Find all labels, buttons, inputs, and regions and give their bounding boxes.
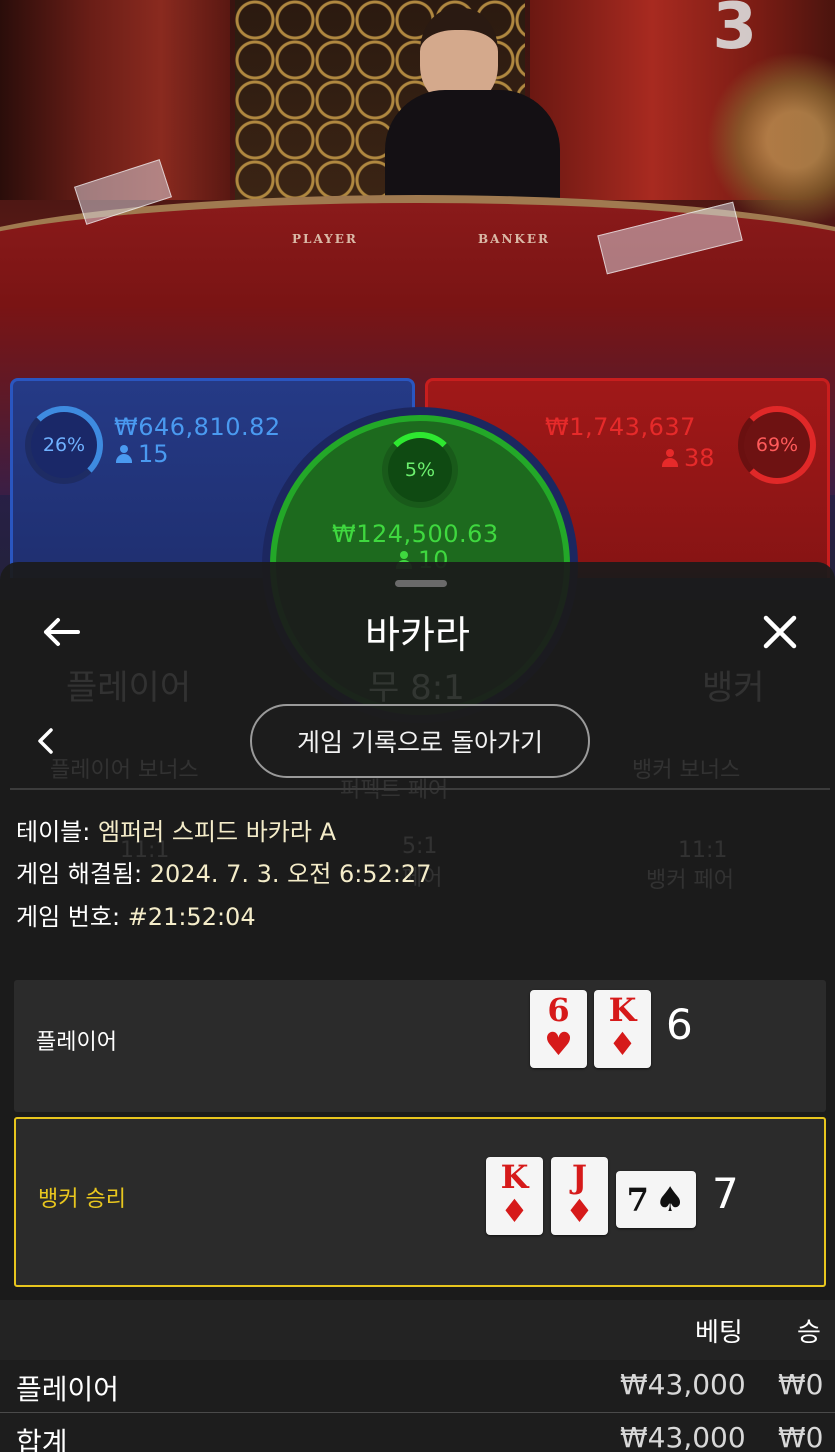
row-name: 합계 xyxy=(16,1426,68,1452)
spade-icon: ♠ xyxy=(654,1179,686,1220)
sheet-title: 바카라 xyxy=(365,613,470,657)
card-rank: 6 xyxy=(547,991,570,1029)
game-detail-sheet: 플레이어 무 8:1 뱅커 플레이어 보너스 퍼펙트 페어 뱅커 보너스 11:… xyxy=(0,562,835,1452)
playing-card: K ♦ xyxy=(594,990,651,1068)
resolved-label: 게임 해결됨: xyxy=(16,860,143,888)
card-rank: K xyxy=(608,991,637,1029)
close-icon[interactable] xyxy=(754,608,806,656)
player-score: 6 xyxy=(666,1000,693,1049)
bg-banker-pair: 뱅커 페어 xyxy=(646,868,734,893)
table-info-label: 테이블: xyxy=(16,818,91,846)
banker-result-row: 뱅커 승리 K ♦ J ♦ 7 ♠ 7 xyxy=(14,1117,826,1287)
bg-player-label: 플레이어 xyxy=(66,668,192,708)
banker-percent: 69% xyxy=(755,434,799,456)
tie-percent: 5% xyxy=(404,459,436,481)
chevron-left-icon[interactable] xyxy=(28,722,62,760)
bet-column-header: 베팅 xyxy=(695,1318,743,1348)
tie-percent-ring: 5% xyxy=(382,432,458,508)
card-rank: K xyxy=(500,1158,529,1196)
row-bet: ₩43,000 xyxy=(620,1368,746,1401)
player-count-value: 15 xyxy=(138,440,169,468)
studio-wall-right xyxy=(530,0,835,240)
game-number-info: 게임 번호: #21:52:04 xyxy=(16,897,256,932)
bet-table-header: 베팅 승 xyxy=(0,1300,835,1360)
row-win: ₩0 xyxy=(778,1421,824,1452)
bg-tie-label: 무 8:1 xyxy=(368,668,465,708)
table-info-value: 엠퍼러 스피드 바카라 A xyxy=(97,818,336,846)
banker-percent-ring: 69% xyxy=(738,406,816,484)
bg-player-bonus: 플레이어 보너스 xyxy=(50,758,199,783)
resolved-info: 게임 해결됨: 2024. 7. 3. 오전 6:52:27 xyxy=(16,854,431,889)
player-result-row: 플레이어 6 ♥ K ♦ 6 xyxy=(14,980,826,1112)
user-icon xyxy=(116,445,132,463)
playing-card: 6 ♥ xyxy=(530,990,587,1068)
game-number-label: 게임 번호: xyxy=(16,903,121,931)
diamond-icon: ♦ xyxy=(608,1025,637,1063)
player-count: 15 xyxy=(116,440,169,468)
banker-score: 7 xyxy=(712,1169,739,1218)
banker-count-value: 38 xyxy=(684,444,715,472)
tie-amount: ₩124,500.63 xyxy=(332,520,499,548)
row-win: ₩0 xyxy=(778,1368,824,1401)
user-icon xyxy=(662,449,678,467)
win-column-header: 승 xyxy=(797,1318,821,1348)
table-row: 합계 ₩43,000 ₩0 xyxy=(0,1413,835,1452)
resolved-value: 2024. 7. 3. 오전 6:52:27 xyxy=(149,860,432,888)
table-label-player: PLAYER xyxy=(292,232,358,246)
diamond-icon: ♦ xyxy=(500,1192,529,1230)
player-result-label: 플레이어 xyxy=(36,1030,117,1055)
bg-banker-label: 뱅커 xyxy=(702,668,765,708)
sheet-drag-handle[interactable] xyxy=(395,580,447,587)
game-number-value: #21:52:04 xyxy=(127,903,256,931)
divider xyxy=(10,788,830,790)
player-percent-ring: 26% xyxy=(25,406,103,484)
player-amount: ₩646,810.82 xyxy=(114,413,281,441)
bg-banker-pair-odds: 11:1 xyxy=(678,838,728,863)
playing-card: J ♦ xyxy=(551,1157,608,1235)
row-bet: ₩43,000 xyxy=(620,1421,746,1452)
player-percent: 26% xyxy=(42,434,86,456)
playing-card-sideways: 7 ♠ xyxy=(616,1171,696,1228)
table-row: 플레이어 ₩43,000 ₩0 xyxy=(0,1360,835,1412)
bg-banker-bonus: 뱅커 보너스 xyxy=(632,758,741,783)
row-name: 플레이어 xyxy=(16,1373,120,1406)
card-rank: J xyxy=(571,1158,588,1196)
round-number: 3 xyxy=(712,0,757,64)
table-label-banker: BANKER xyxy=(478,232,550,246)
banker-count: 38 xyxy=(662,444,715,472)
heart-icon: ♥ xyxy=(544,1025,573,1063)
back-to-history-button[interactable]: 게임 기록으로 돌아가기 xyxy=(250,704,590,778)
card-rank: 7 xyxy=(626,1180,649,1219)
banker-amount: ₩1,743,637 xyxy=(545,413,696,441)
banker-result-label: 뱅커 승리 xyxy=(38,1187,126,1212)
table-info: 테이블: 엠퍼러 스피드 바카라 A xyxy=(16,812,336,847)
studio-wall-left xyxy=(0,0,230,200)
playing-card: K ♦ xyxy=(486,1157,543,1235)
diamond-icon: ♦ xyxy=(565,1192,594,1230)
